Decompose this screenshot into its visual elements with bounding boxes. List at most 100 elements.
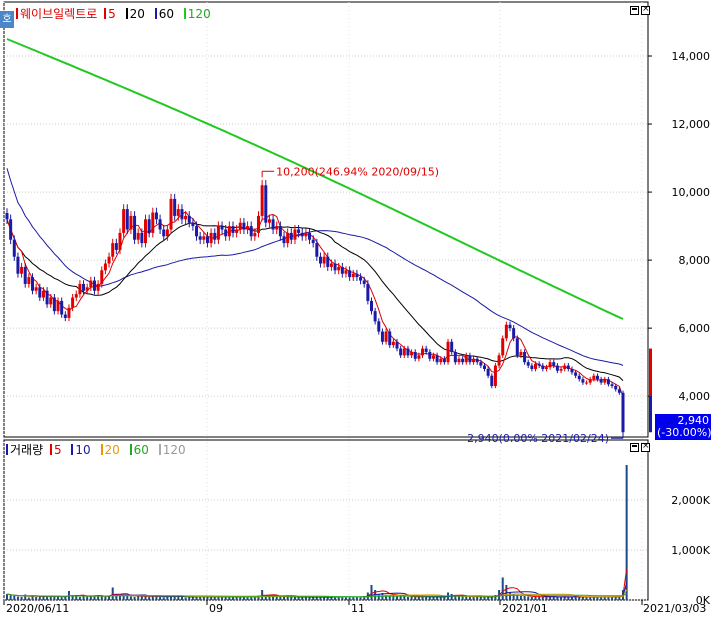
volume-bar: [530, 597, 533, 600]
volume-bar: [323, 597, 326, 600]
candle-body: [34, 287, 38, 291]
ma5-label: 5: [104, 7, 119, 21]
current-change: (-30.00%): [657, 426, 712, 439]
volume-bar: [556, 597, 559, 600]
candle-body: [322, 256, 326, 264]
volume-minimize-button[interactable]: [630, 443, 639, 452]
candle-body: [559, 368, 563, 371]
volume-bar: [312, 597, 315, 600]
candle-body: [52, 297, 56, 312]
candle-body: [20, 266, 24, 274]
volume-bar: [97, 596, 100, 600]
price-tick-label: 10,000: [672, 186, 711, 199]
volume-bar: [140, 596, 143, 600]
volume-bar: [118, 596, 121, 600]
volume-close-button[interactable]: [641, 440, 650, 452]
volume-title: 거래량: [10, 443, 44, 457]
volume-bar: [151, 596, 154, 600]
volume-bar: [450, 594, 453, 600]
volume-bar: [607, 597, 610, 600]
volume-bar: [35, 597, 38, 600]
candle-body: [453, 351, 457, 363]
candle-body: [267, 219, 271, 223]
candle-body: [60, 300, 64, 315]
volume-bar: [71, 596, 74, 600]
volume-bar: [589, 597, 592, 600]
candle-body: [504, 324, 508, 339]
candle-body: [410, 351, 414, 356]
candle-body: [570, 368, 574, 373]
volume-bar: [377, 594, 380, 600]
volume-bar: [509, 592, 512, 600]
volume-bar: [567, 597, 570, 600]
candle-body: [333, 263, 337, 271]
candle-body: [519, 351, 523, 356]
candle-body: [38, 287, 42, 298]
volume-bar: [13, 596, 16, 600]
candle-body: [585, 382, 589, 384]
candle-body: [74, 294, 78, 298]
candle-body: [100, 270, 104, 284]
volume-bar: [476, 597, 479, 600]
candle-body: [242, 222, 246, 230]
candle-body: [209, 232, 213, 244]
volume-bar: [352, 597, 355, 600]
volume-bar: [148, 597, 151, 600]
volume-bar: [472, 596, 475, 600]
candle-body: [315, 243, 319, 257]
volume-bar: [268, 596, 271, 600]
candle-body: [122, 209, 126, 233]
candle-body: [577, 375, 581, 380]
vol-ma120-label: 120: [158, 443, 189, 457]
volume-bar: [38, 596, 41, 600]
volume-bar: [479, 597, 482, 600]
vol-ma20-label: 20: [100, 443, 123, 457]
candle-body: [442, 358, 446, 363]
candle-body: [552, 362, 556, 366]
candle-body: [588, 379, 592, 383]
candle-body: [614, 385, 618, 390]
candle-body: [216, 226, 220, 240]
volume-bar: [283, 597, 286, 600]
candle-body: [508, 324, 512, 329]
candle-body: [56, 300, 60, 312]
volume-bar: [436, 597, 439, 600]
volume-bar: [439, 597, 442, 600]
candle-body: [176, 209, 180, 216]
volume-bar: [217, 597, 220, 600]
candle-body: [351, 273, 355, 278]
candle-body: [27, 277, 31, 284]
volume-bar: [46, 597, 49, 600]
candle-body: [497, 355, 501, 366]
candle-body: [574, 372, 578, 376]
close-button[interactable]: [641, 3, 650, 15]
volume-bar: [275, 597, 278, 600]
candle-body: [16, 256, 20, 274]
volume-bar: [53, 596, 56, 600]
candle-body: [548, 362, 552, 368]
vol-ma60-label: 60: [129, 443, 152, 457]
candle-body: [355, 273, 359, 278]
volume-bar: [461, 596, 464, 600]
volume-bar: [618, 597, 621, 600]
candle-body: [5, 213, 9, 220]
x-tick-label: 09: [209, 602, 223, 615]
volume-bar: [279, 596, 282, 600]
candle-body: [286, 232, 290, 244]
candle-body: [238, 222, 242, 230]
candle-body: [515, 338, 519, 356]
candle-body: [391, 341, 395, 346]
candle-body: [9, 219, 13, 240]
minimize-button[interactable]: [630, 6, 639, 15]
price-legend: 웨이브일렉트로 5 20 60 120: [16, 5, 217, 22]
candle-body: [133, 215, 137, 240]
candle-body: [173, 198, 177, 216]
candle-body: [220, 226, 224, 230]
volume-bar: [133, 597, 136, 600]
candle-body: [227, 226, 231, 237]
chart-type-badge[interactable]: 호: [0, 11, 14, 28]
volume-bar: [100, 596, 103, 600]
candle-body: [78, 283, 82, 295]
volume-bar: [541, 597, 544, 600]
candle-body: [187, 215, 191, 223]
